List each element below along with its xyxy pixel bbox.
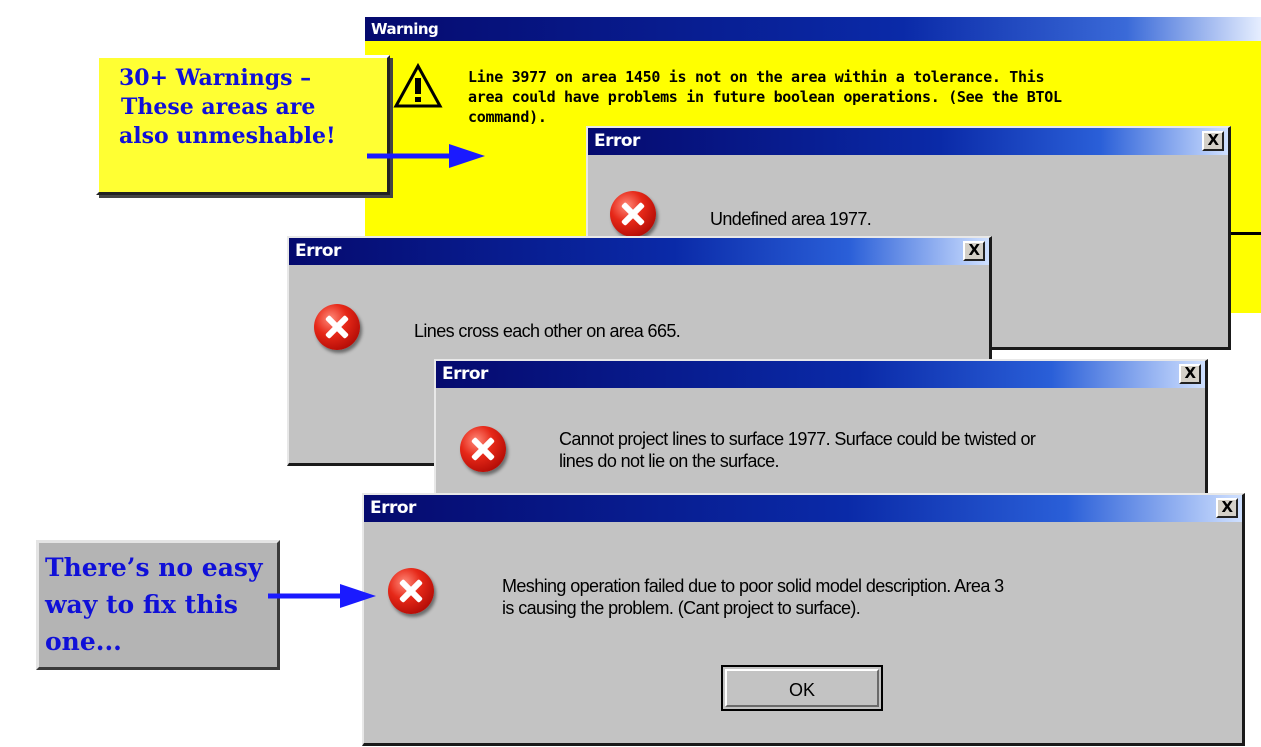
error-message: Meshing operation failed due to poor sol…: [502, 575, 1004, 619]
callout-line: These areas are: [121, 94, 316, 120]
error-title-bar[interactable]: Error X: [289, 238, 989, 265]
error-dialog-meshing-failed: Error X Meshing operation failed due to …: [362, 493, 1245, 746]
error-message-line: lines do not lie on the surface.: [559, 451, 780, 471]
error-message-line: Meshing operation failed due to poor sol…: [502, 576, 1004, 596]
error-icon: [314, 304, 360, 350]
close-icon: X: [1207, 131, 1219, 149]
close-button[interactable]: X: [963, 241, 985, 261]
error-icon: [460, 426, 506, 472]
close-button[interactable]: X: [1179, 364, 1201, 384]
error-message-line: Cannot project lines to surface 1977. Su…: [559, 429, 1036, 449]
warnings-callout: 30+ Warnings – These areas are also unme…: [96, 55, 390, 195]
error-title-bar[interactable]: Error X: [588, 128, 1228, 155]
error-title-bar[interactable]: Error X: [364, 495, 1242, 522]
error-title: Error: [442, 364, 488, 384]
warning-title: Warning: [371, 20, 439, 38]
ok-label: OK: [725, 669, 879, 707]
error-message-line: Lines cross each other on area 665.: [414, 321, 681, 341]
error-dialog-cannot-project: Error X Cannot project lines to surface …: [434, 359, 1208, 499]
callout-line: 30+ Warnings –: [119, 65, 312, 91]
warning-message-line: area could have problems in future boole…: [468, 88, 1062, 106]
arrow-icon: [367, 144, 485, 168]
callout-line: way to fix this: [45, 590, 238, 619]
warning-title-bar[interactable]: Warning: [365, 17, 1261, 41]
warning-icon: [393, 63, 443, 108]
callout-line: There’s no easy: [45, 553, 263, 582]
warning-message-line: command).: [468, 108, 547, 126]
close-button[interactable]: X: [1202, 131, 1224, 151]
close-icon: X: [1221, 498, 1233, 516]
error-message: Lines cross each other on area 665.: [414, 320, 681, 342]
callout-line: also unmeshable!: [119, 123, 336, 149]
error-message-line: Undefined area 1977.: [710, 209, 872, 229]
error-message: Cannot project lines to surface 1977. Su…: [559, 428, 1036, 472]
close-button[interactable]: X: [1216, 498, 1238, 518]
callout-line: one...: [45, 627, 122, 656]
error-message: Undefined area 1977.: [710, 208, 872, 230]
error-title: Error: [370, 498, 416, 518]
error-title: Error: [594, 131, 640, 151]
close-icon: X: [1184, 364, 1196, 382]
arrow-icon: [268, 584, 376, 608]
warning-message: Line 3977 on area 1450 is not on the are…: [468, 67, 1062, 127]
error-icon: [388, 568, 434, 614]
error-title-bar[interactable]: Error X: [436, 361, 1205, 388]
error-title: Error: [295, 241, 341, 261]
error-message-line: is causing the problem. (Cant project to…: [502, 598, 861, 618]
error-icon: [610, 191, 656, 237]
close-icon: X: [968, 241, 980, 259]
warning-message-line: Line 3977 on area 1450 is not on the are…: [468, 68, 1045, 86]
fix-callout: There’s no easy way to fix this one...: [36, 540, 280, 670]
ok-button[interactable]: OK: [721, 665, 883, 711]
